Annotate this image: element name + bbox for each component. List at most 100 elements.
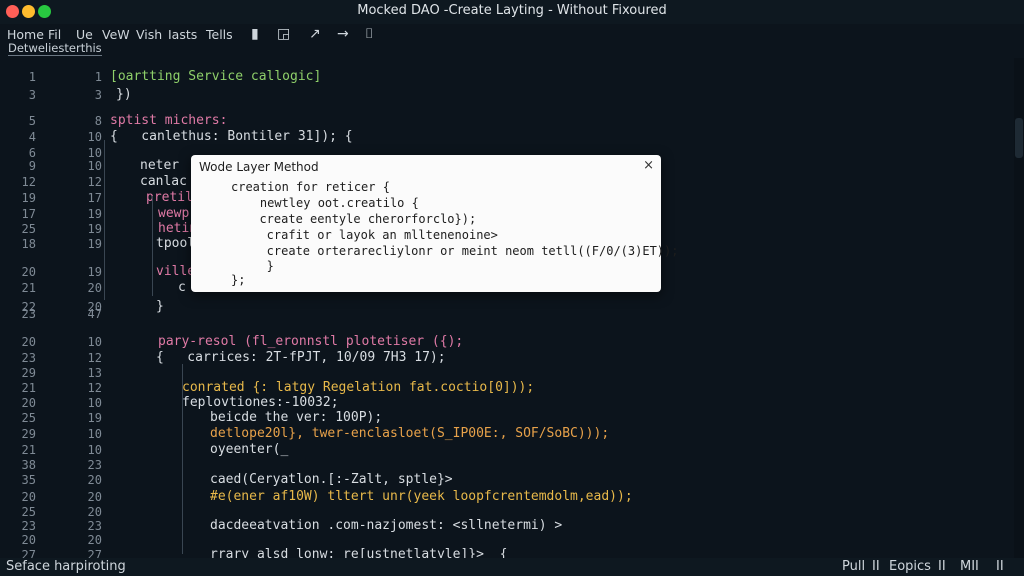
line-number: 23 xyxy=(21,351,36,365)
menu-view[interactable]: VeW xyxy=(102,27,130,42)
menu-edit[interactable]: Ue xyxy=(76,27,93,42)
line-number-secondary: 19 xyxy=(87,265,102,279)
code-line[interactable]: dacdeeatvation .com-nazjomest: <sllneter… xyxy=(210,518,562,533)
code-line[interactable]: } xyxy=(156,299,164,314)
line-number-secondary: 19 xyxy=(87,207,102,221)
line-number: 25 xyxy=(21,505,36,519)
line-number: 20 xyxy=(21,335,36,349)
line-number-secondary: 19 xyxy=(87,222,102,236)
file-icon[interactable]: ▮ xyxy=(251,26,259,42)
status-item[interactable]: II xyxy=(938,559,946,574)
line-number-secondary: 20 xyxy=(87,473,102,487)
line-number-secondary: 20 xyxy=(87,490,102,504)
line-number: 4 xyxy=(28,130,36,144)
line-number: 23 xyxy=(21,519,36,533)
line-number: 1 xyxy=(28,70,36,84)
status-item[interactable]: Pull xyxy=(842,559,865,574)
code-line[interactable]: oyeenter(_ xyxy=(210,442,288,457)
line-number-secondary: 12 xyxy=(87,175,102,189)
code-line[interactable]: #e(ener af10W) tltert unr(yeek loopfcren… xyxy=(210,489,633,504)
line-number-secondary: 20 xyxy=(87,281,102,295)
code-line[interactable]: feplovtiones:-10032; xyxy=(182,395,339,410)
code-line[interactable]: conrated {: latgy Regelation fat.coctio[… xyxy=(182,380,534,395)
popup-line: } xyxy=(245,259,274,273)
status-item[interactable]: Eopics xyxy=(889,559,931,574)
popup-line: newtley oot.creatilo { xyxy=(231,196,419,210)
code-line[interactable]: sptist michers: xyxy=(110,113,227,128)
line-number: 12 xyxy=(21,175,36,189)
line-number: 20 xyxy=(21,265,36,279)
line-number-secondary: 47 xyxy=(87,307,102,321)
line-number: 29 xyxy=(21,366,36,380)
status-text: Seface harpiroting xyxy=(6,559,126,574)
line-number: 20 xyxy=(21,533,36,547)
status-item[interactable]: MII xyxy=(960,559,979,574)
window-title: Mocked DAO -Create Layting - Without Fix… xyxy=(357,3,667,18)
line-number-secondary: 20 xyxy=(87,533,102,547)
line-number-secondary: 8 xyxy=(94,114,102,128)
code-editor[interactable]: 1 1 [oartting Service callogic] 3 3}) 5 8 sptis… xyxy=(0,58,1014,562)
line-number-secondary: 10 xyxy=(87,130,102,144)
line-number-secondary: 19 xyxy=(87,237,102,251)
line-number: 35 xyxy=(21,473,36,487)
tab-active[interactable]: Detweliesterthis xyxy=(8,42,102,56)
scrollbar-thumb[interactable] xyxy=(1015,118,1023,158)
popup-title: Wode Layer Method xyxy=(199,160,319,174)
code-line[interactable]: ville xyxy=(156,264,195,279)
line-number: 18 xyxy=(21,237,36,251)
popup-line: create eentyle cherorforclo}); xyxy=(245,212,477,226)
vertical-scrollbar[interactable] xyxy=(1014,58,1024,558)
line-number: 25 xyxy=(21,222,36,236)
code-line[interactable]: pary-resol (fl_eronnstl plotetiser ({); xyxy=(158,334,463,349)
code-line[interactable]: { carrices: 2T-fPJT, 10/09 7H3 17); xyxy=(156,350,446,365)
menu-tells[interactable]: Tells xyxy=(206,27,233,42)
code-line[interactable]: neter xyxy=(140,158,179,173)
line-number-secondary: 17 xyxy=(87,191,102,205)
code-line[interactable]: }) xyxy=(116,87,132,102)
code-line[interactable]: wewp xyxy=(158,206,189,221)
code-line[interactable]: beicde the ver: 100P); xyxy=(210,410,382,425)
popup-line: create orterarecliylonr or meint neom te… xyxy=(245,244,679,258)
save-icon[interactable]: ◲ xyxy=(277,26,290,42)
line-number: 21 xyxy=(21,381,36,395)
code-line[interactable]: [oartting Service callogic] xyxy=(110,69,321,84)
menu-home[interactable]: Home xyxy=(7,27,44,42)
close-icon[interactable]: × xyxy=(643,158,654,173)
code-line[interactable]: { canlethus: Bontiler 31]); { xyxy=(110,129,353,144)
line-number-secondary: 12 xyxy=(87,351,102,365)
status-item[interactable]: II xyxy=(996,559,1004,574)
line-number-secondary: 10 xyxy=(87,146,102,160)
menu-tools[interactable]: Iasts xyxy=(168,27,197,42)
line-number-secondary: 20 xyxy=(87,505,102,519)
line-number: 25 xyxy=(21,411,36,425)
line-number-secondary: 3 xyxy=(94,88,102,102)
line-number: 3 xyxy=(28,88,36,102)
line-number: 5 xyxy=(28,114,36,128)
line-number: 17 xyxy=(21,207,36,221)
popup-line: }; xyxy=(231,273,246,287)
popup-line: crafit or layok an mlltenenoine> xyxy=(245,228,498,242)
status-bar: Seface harpiroting Pull II Eopics II MII… xyxy=(0,558,1024,576)
code-line[interactable]: tpool xyxy=(156,236,195,251)
code-line[interactable]: canlac xyxy=(140,174,187,189)
code-line[interactable]: c xyxy=(178,280,186,295)
menu-vish[interactable]: Vish xyxy=(136,27,162,42)
line-number: 29 xyxy=(21,427,36,441)
menu-file[interactable]: Fil xyxy=(48,27,61,42)
bracket-icon[interactable]: ⌷ xyxy=(365,26,373,42)
status-item[interactable]: II xyxy=(872,559,880,574)
tab-bar: Detweliesterthis xyxy=(0,42,1024,56)
line-number-secondary: 10 xyxy=(87,335,102,349)
pen-icon[interactable]: ↗ xyxy=(309,26,321,42)
line-number-secondary: 13 xyxy=(87,366,102,380)
arrow-right-icon[interactable]: → xyxy=(337,26,349,42)
line-number: 21 xyxy=(21,281,36,295)
line-number: 6 xyxy=(28,146,36,160)
method-popup: Wode Layer Method × creation for reticer… xyxy=(191,155,678,292)
indent-guide xyxy=(104,140,105,300)
line-number-secondary: 23 xyxy=(87,458,102,472)
line-number: 38 xyxy=(21,458,36,472)
code-line[interactable]: detlope20l}, twer-enclasloet(S_IP00E:, S… xyxy=(210,426,609,441)
code-line[interactable]: caed(Ceryatlon.[:-Zalt, sptle}> xyxy=(210,472,453,487)
code-line[interactable]: pretil xyxy=(146,190,193,205)
